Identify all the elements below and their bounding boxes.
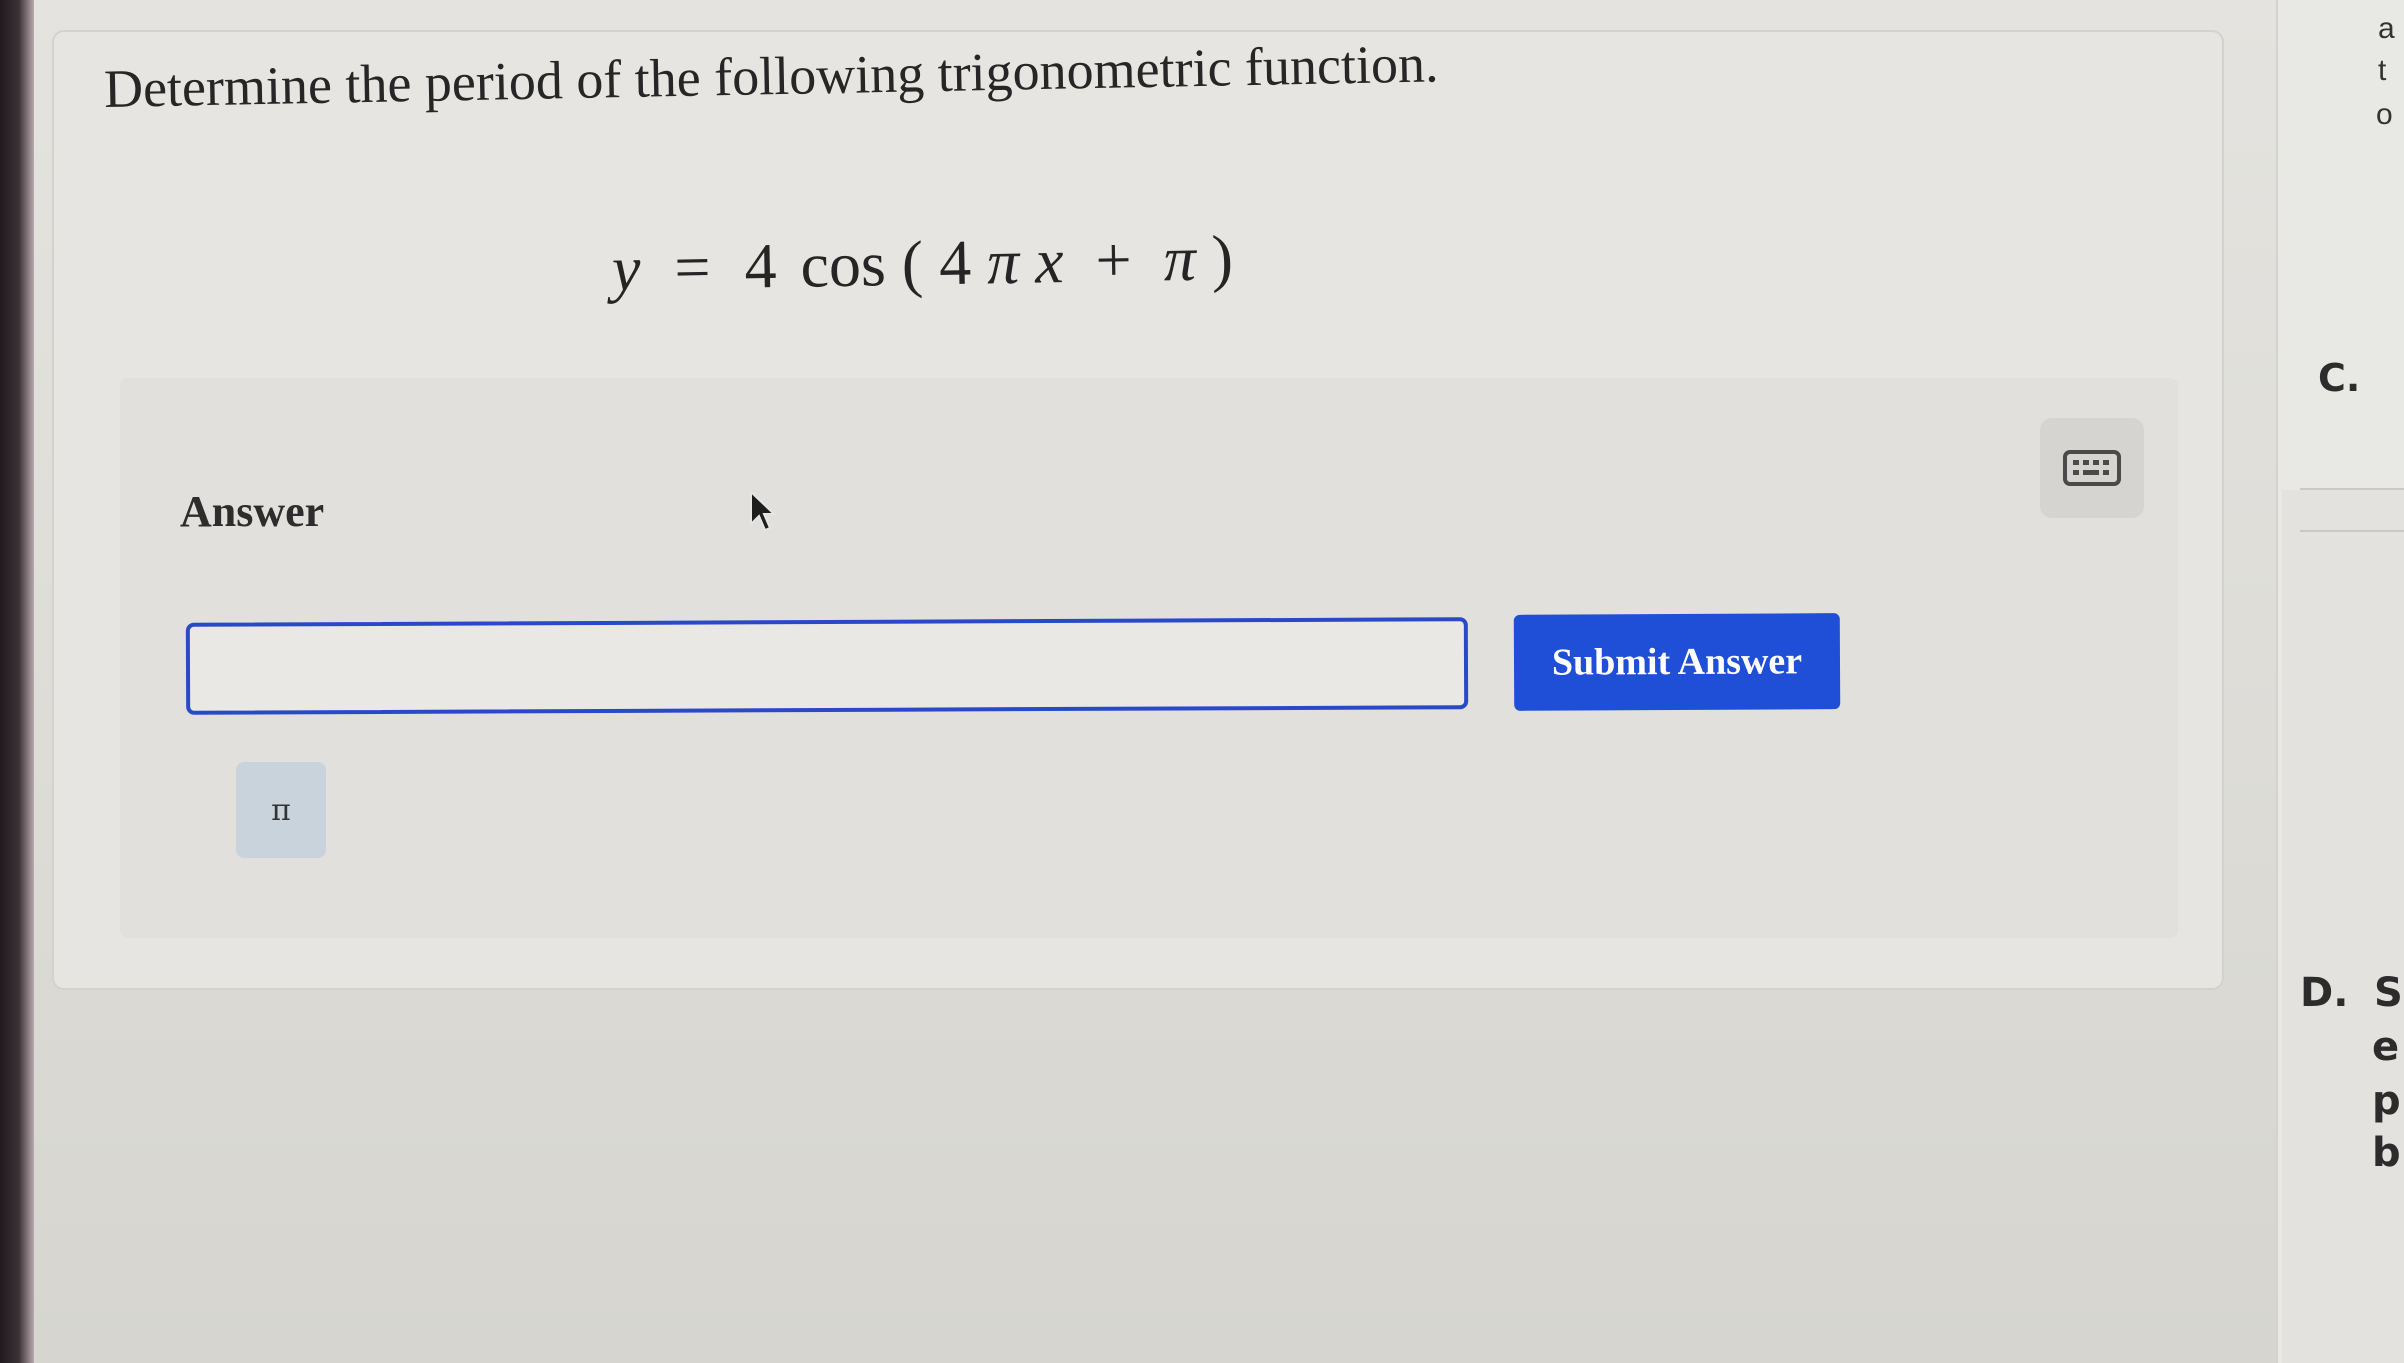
option-d-text: S	[2374, 970, 2403, 1016]
side-divider	[2300, 530, 2404, 532]
equation: y = 4 cos ( 4 π x + π )	[611, 221, 1233, 306]
side-fragment: o	[2376, 98, 2393, 131]
equation-pi: π	[986, 225, 1020, 298]
answer-input[interactable]	[185, 617, 1469, 715]
option-d-label: D.	[2300, 970, 2349, 1016]
equation-equals: =	[673, 231, 712, 303]
keyboard-toggle-button[interactable]	[2040, 418, 2144, 518]
equation-plus: +	[1094, 223, 1133, 296]
option-c-label: C.	[2318, 356, 2361, 400]
option-d-line: p	[2372, 1078, 2401, 1124]
side-fragment: t	[2378, 54, 2387, 87]
equation-open-paren: (	[901, 227, 924, 299]
side-fragment: a	[2378, 12, 2395, 45]
option-d-line: e	[2372, 1024, 2400, 1070]
mouse-cursor-icon	[750, 490, 776, 532]
equation-variable: x	[1034, 225, 1065, 297]
pi-symbol-button[interactable]: π	[236, 762, 326, 858]
equation-coefficient: 4	[743, 230, 778, 302]
answer-label: Answer	[180, 487, 325, 536]
equation-close-paren: )	[1211, 222, 1234, 294]
equation-constant: π	[1162, 222, 1197, 295]
side-divider	[2300, 488, 2404, 490]
equation-inner-coefficient: 4	[938, 226, 972, 299]
side-panel-lower	[2282, 490, 2404, 1363]
equation-lhs: y	[611, 232, 642, 304]
keyboard-icon	[2063, 450, 2121, 486]
option-d-line: b	[2372, 1130, 2401, 1176]
equation-function: cos	[799, 228, 887, 301]
submit-answer-button[interactable]: Submit Answer	[1513, 613, 1841, 711]
screen-bezel	[0, 0, 34, 1363]
